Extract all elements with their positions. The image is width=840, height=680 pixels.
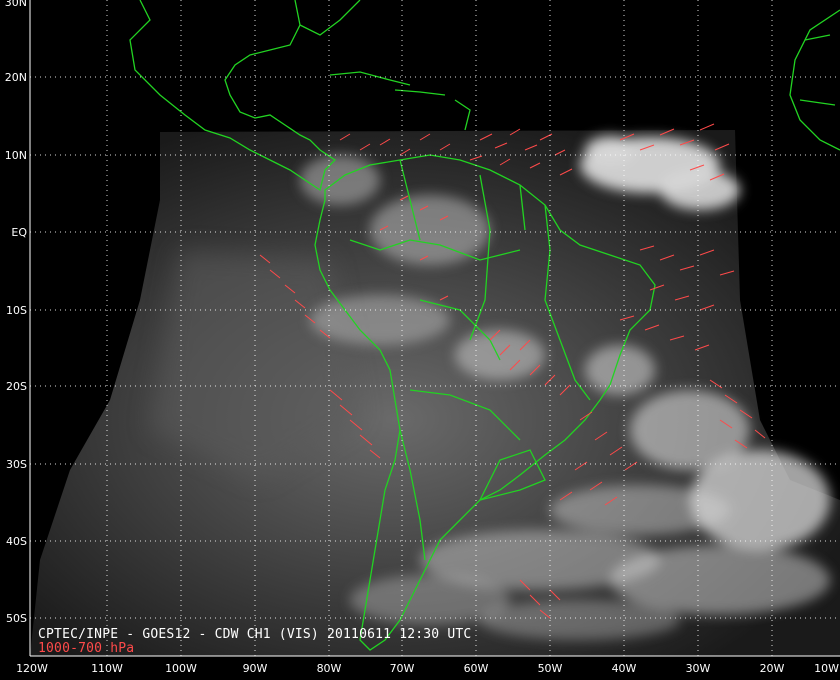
lon-label: 70W [390, 662, 415, 675]
lon-label: 110W [91, 662, 123, 675]
lat-label: EQ [11, 226, 27, 239]
lat-label: 50S [6, 612, 27, 625]
lon-label: 20W [760, 662, 785, 675]
lon-label: 120W [16, 662, 48, 675]
lon-label: 90W [243, 662, 268, 675]
lat-label: 10N [5, 149, 27, 162]
lon-label: 50W [538, 662, 563, 675]
lat-label: 10S [6, 304, 27, 317]
pressure-layer-label: 1000-700 hPa [38, 641, 135, 656]
lon-label: 100W [165, 662, 197, 675]
lon-label: 40W [612, 662, 637, 675]
image-caption: CPTEC/INPE - GOES12 - CDW CH1 (VIS) 2011… [38, 627, 472, 642]
lat-label: 20S [6, 380, 27, 393]
lat-label: 30S [6, 458, 27, 471]
lon-label: 60W [464, 662, 489, 675]
lon-label: 80W [317, 662, 342, 675]
satellite-map: 30N 20N 10N EQ 10S 20S 30S 40S 50S 120W … [0, 0, 840, 680]
lon-label: 10W [814, 662, 839, 675]
lat-label: 20N [5, 71, 27, 84]
lat-label: 30N [5, 0, 27, 9]
lat-label: 40S [6, 535, 27, 548]
lon-label: 30W [686, 662, 711, 675]
